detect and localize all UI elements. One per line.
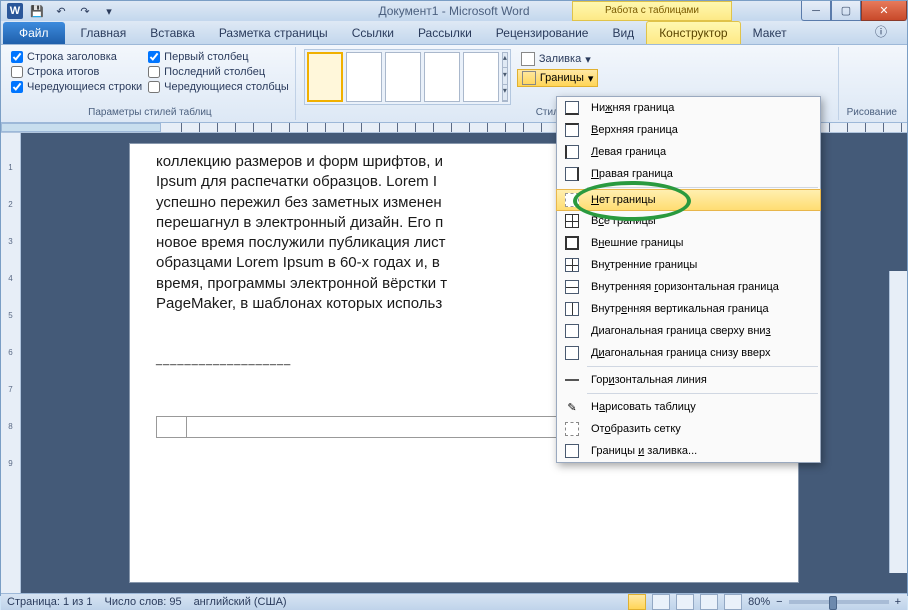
style-thumb-2[interactable]	[346, 52, 382, 102]
save-icon[interactable]: 💾	[27, 1, 47, 21]
mi-inside-borders[interactable]: Внутренние границы	[557, 254, 820, 276]
view-outline-icon[interactable]	[700, 594, 718, 610]
tab-home[interactable]: Главная	[69, 22, 139, 44]
mi-borders-and-shading[interactable]: Границы и заливка...	[557, 440, 820, 462]
mi-inside-vertical[interactable]: Внутренняя вертикальная граница	[557, 298, 820, 320]
zoom-out-icon[interactable]: −	[776, 596, 782, 608]
status-language[interactable]: английский (США)	[194, 596, 287, 608]
mi-no-border[interactable]: Нет границы	[556, 189, 821, 211]
table-tools-contextual-label: Работа с таблицами	[572, 1, 732, 21]
borders-button[interactable]: Границы ▾	[517, 69, 599, 87]
view-draft-icon[interactable]	[724, 594, 742, 610]
mi-all-borders[interactable]: Все границы	[557, 210, 820, 232]
zoom-slider[interactable]	[789, 600, 889, 604]
mi-diagonal-down[interactable]: Диагональная граница сверху вниз	[557, 320, 820, 342]
window-title: Документ1 - Microsoft Word	[378, 4, 529, 18]
chk-last-col[interactable]: Последний столбец	[148, 66, 289, 78]
chk-header-row[interactable]: Строка заголовка	[11, 51, 142, 63]
mi-diagonal-up[interactable]: Диагональная граница снизу вверх	[557, 342, 820, 364]
tab-review[interactable]: Рецензирование	[484, 22, 601, 44]
menu-separator-1	[587, 187, 818, 188]
view-fullscreen-icon[interactable]	[652, 594, 670, 610]
mi-view-gridlines[interactable]: Отобразить сетку	[557, 418, 820, 440]
style-thumb-3[interactable]	[385, 52, 421, 102]
group-label-style-options: Параметры стилей таблиц	[11, 105, 289, 118]
shading-button[interactable]: Заливка ▾	[517, 51, 599, 67]
style-thumb-4[interactable]	[424, 52, 460, 102]
ribbon-tabs: Файл Главная Вставка Разметка страницы С…	[1, 21, 907, 45]
mi-outside-borders[interactable]: Внешние границы	[557, 232, 820, 254]
qat-dropdown-icon[interactable]: ▾	[99, 1, 119, 21]
mi-inside-horizontal[interactable]: Внутренняя горизонтальная граница	[557, 276, 820, 298]
chk-banded-rows[interactable]: Чередующиеся строки	[11, 81, 142, 93]
minimize-button[interactable]: ─	[801, 1, 831, 21]
group-label-draw: Рисование	[847, 105, 897, 118]
mi-bottom-border[interactable]: Нижняя граница	[557, 97, 820, 119]
chk-banded-cols[interactable]: Чередующиеся столбцы	[148, 81, 289, 93]
vertical-ruler[interactable]: 123456789	[1, 133, 21, 593]
mi-left-border[interactable]: Левая граница	[557, 141, 820, 163]
tab-view[interactable]: Вид	[600, 22, 646, 44]
zoom-level[interactable]: 80%	[748, 596, 770, 608]
mi-right-border[interactable]: Правая граница	[557, 163, 820, 185]
mi-top-border[interactable]: Верхняя граница	[557, 119, 820, 141]
maximize-button[interactable]: ▢	[831, 1, 861, 21]
close-button[interactable]: ✕	[861, 1, 907, 21]
tab-references[interactable]: Ссылки	[340, 22, 406, 44]
menu-separator-3	[587, 393, 818, 394]
tab-design[interactable]: Конструктор	[646, 21, 740, 44]
chk-total-row[interactable]: Строка итогов	[11, 66, 142, 78]
menu-separator-2	[587, 366, 818, 367]
group-draw-borders: Рисование	[841, 47, 903, 120]
undo-icon[interactable]: ↶	[51, 1, 71, 21]
tab-insert[interactable]: Вставка	[138, 22, 207, 44]
view-web-icon[interactable]	[676, 594, 694, 610]
status-word-count[interactable]: Число слов: 95	[105, 596, 182, 608]
view-print-layout-icon[interactable]	[628, 594, 646, 610]
table-style-gallery[interactable]: ▴▾▾	[304, 49, 511, 105]
tab-file[interactable]: Файл	[3, 22, 65, 44]
word-app-icon: W	[7, 3, 23, 19]
mi-draw-table[interactable]: ✎Нарисовать таблицу	[557, 396, 820, 418]
redo-icon[interactable]: ↷	[75, 1, 95, 21]
borders-menu: Нижняя граница Верхняя граница Левая гра…	[556, 96, 821, 463]
zoom-in-icon[interactable]: +	[895, 596, 901, 608]
tab-mailings[interactable]: Рассылки	[406, 22, 484, 44]
tab-layout[interactable]: Макет	[741, 22, 799, 44]
chk-first-col[interactable]: Первый столбец	[148, 51, 289, 63]
mi-horizontal-line[interactable]: Горизонтальная линия	[557, 369, 820, 391]
vertical-scrollbar[interactable]	[889, 271, 907, 573]
status-page[interactable]: Страница: 1 из 1	[7, 596, 93, 608]
style-thumb-1[interactable]	[307, 52, 343, 102]
title-bar: W 💾 ↶ ↷ ▾ Документ1 - Microsoft Word Раб…	[1, 1, 907, 21]
style-thumb-5[interactable]	[463, 52, 499, 102]
tab-page-layout[interactable]: Разметка страницы	[207, 22, 340, 44]
gallery-scroll[interactable]: ▴▾▾	[502, 52, 508, 102]
help-icon[interactable]: ⓘ	[863, 19, 899, 44]
group-table-style-options: Строка заголовка Строка итогов Чередующи…	[5, 47, 296, 120]
